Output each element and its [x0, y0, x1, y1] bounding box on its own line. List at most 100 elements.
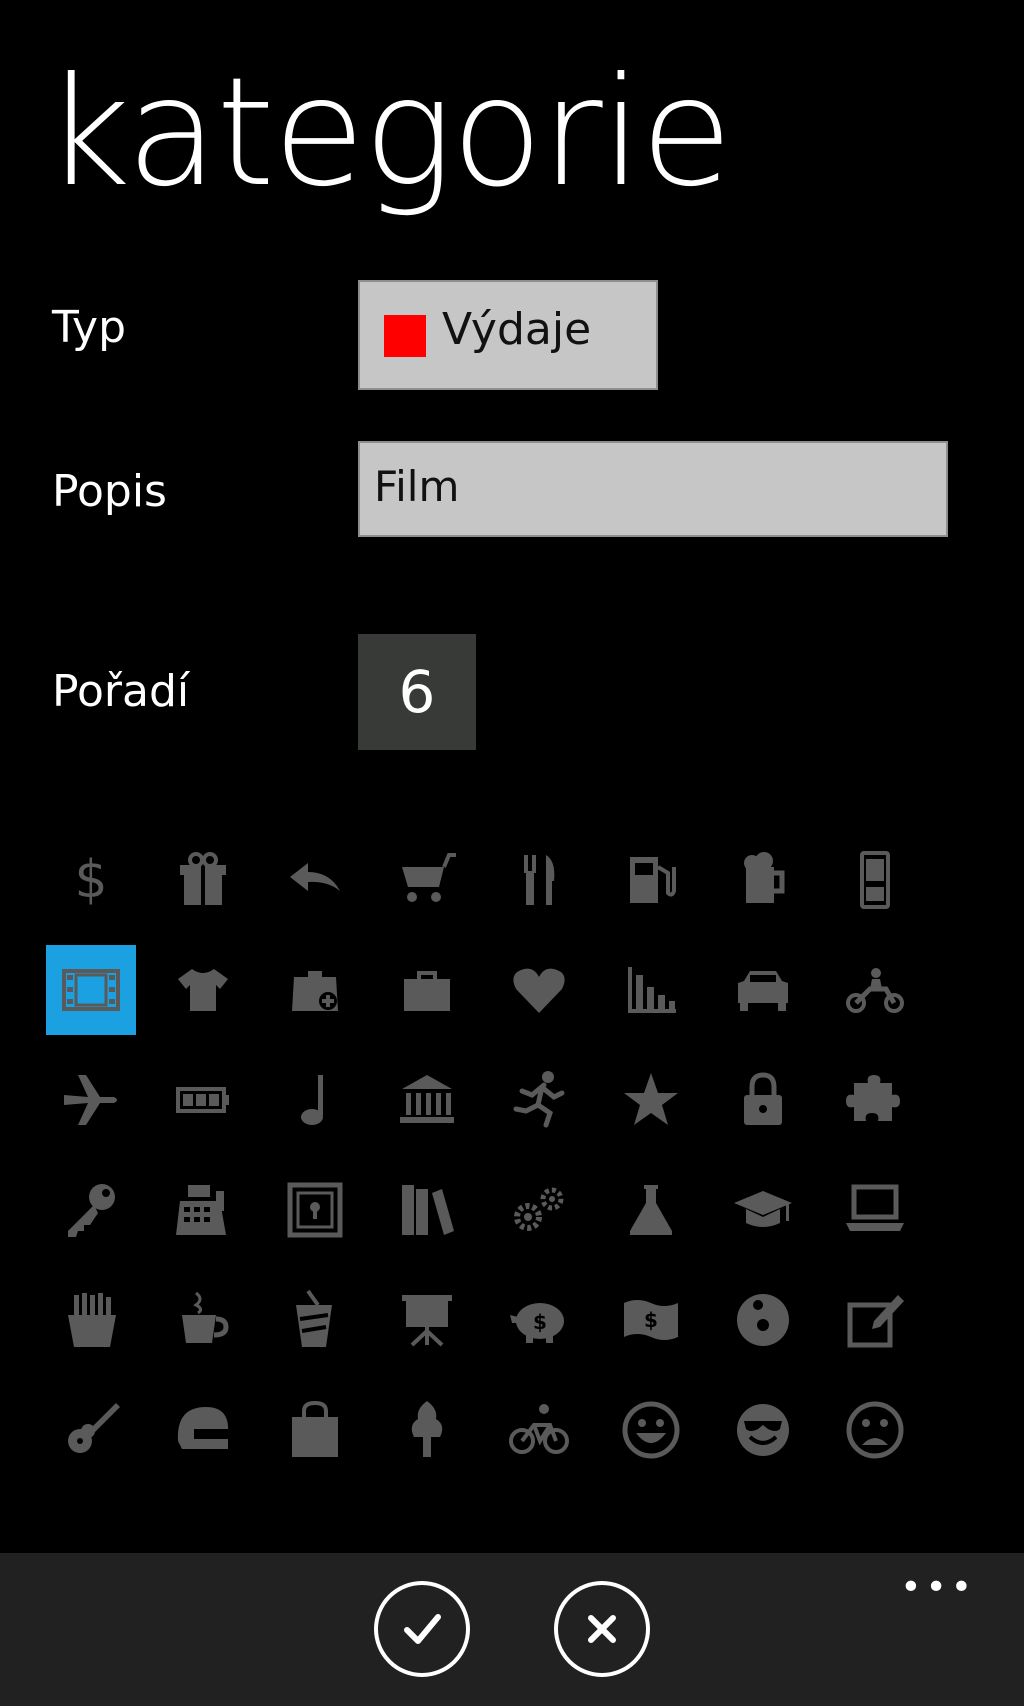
drink-icon: [296, 1289, 332, 1347]
icon-option[interactable]: [46, 1385, 136, 1475]
icon-option[interactable]: $: [494, 1275, 584, 1365]
svg-text:$: $: [74, 850, 107, 910]
icon-option[interactable]: [382, 1385, 472, 1475]
fries-icon: [68, 1293, 116, 1347]
svg-text:$: $: [533, 1310, 547, 1334]
icon-option[interactable]: [270, 1165, 360, 1255]
type-value: Výdaje: [442, 304, 592, 355]
icon-option[interactable]: [606, 1055, 696, 1145]
order-value: 6: [398, 658, 436, 726]
reply-arrow-icon: [290, 863, 340, 891]
icon-option[interactable]: [494, 945, 584, 1035]
icon-option[interactable]: $: [46, 835, 136, 925]
icon-option[interactable]: [718, 1165, 808, 1255]
heart-icon: [513, 968, 565, 1013]
icon-option[interactable]: [606, 1385, 696, 1475]
bank-icon: [400, 1075, 454, 1123]
icon-option[interactable]: $: [606, 1275, 696, 1365]
svg-text:$: $: [644, 1308, 658, 1332]
mobile-phone-icon: [860, 851, 890, 909]
icon-option[interactable]: [718, 945, 808, 1035]
icon-option[interactable]: [718, 1275, 808, 1365]
icon-option[interactable]: [494, 1055, 584, 1145]
description-value: Film: [374, 462, 460, 511]
icon-option[interactable]: [158, 945, 248, 1035]
icon-option[interactable]: [830, 1055, 920, 1145]
piggy-bank-icon: $: [510, 1303, 564, 1343]
icon-option[interactable]: [830, 945, 920, 1035]
star-icon: [624, 1073, 678, 1125]
type-picker[interactable]: Výdaje: [358, 280, 658, 390]
icon-option[interactable]: [494, 1165, 584, 1255]
icon-option[interactable]: [830, 1275, 920, 1365]
icon-option[interactable]: [830, 1385, 920, 1475]
bicycle-icon: [509, 1404, 569, 1454]
money-bill-icon: $: [624, 1300, 678, 1340]
icon-option[interactable]: [494, 1385, 584, 1475]
cash-register-icon: [176, 1185, 226, 1235]
dollar-icon: $: [74, 850, 107, 910]
icon-option[interactable]: [270, 1385, 360, 1475]
books-icon: [402, 1185, 454, 1235]
film-icon: [62, 969, 120, 1011]
page-title: kategorie: [44, 46, 733, 220]
laptop-icon: [846, 1184, 904, 1231]
icon-option[interactable]: [270, 1055, 360, 1145]
running-person-icon: [513, 1071, 565, 1128]
icon-option[interactable]: [270, 835, 360, 925]
shopping-bag-icon: [292, 1400, 338, 1457]
icon-option[interactable]: [382, 945, 472, 1035]
icon-option[interactable]: [606, 1165, 696, 1255]
beer-mug-icon: [744, 852, 785, 903]
confirm-button[interactable]: [374, 1581, 470, 1677]
icon-option[interactable]: [382, 1055, 472, 1145]
app-bar: •••: [0, 1553, 1024, 1706]
checkmark-icon: [404, 1614, 441, 1644]
description-label: Popis: [52, 466, 167, 517]
medical-kit-icon: [292, 971, 338, 1011]
icon-option[interactable]: [270, 1275, 360, 1365]
more-options-button[interactable]: •••: [900, 1567, 976, 1608]
icon-option[interactable]: [46, 945, 136, 1035]
icon-option[interactable]: [158, 835, 248, 925]
icon-option[interactable]: [158, 1275, 248, 1365]
smiley-happy-icon: [622, 1401, 680, 1459]
order-label: Pořadí: [52, 666, 190, 717]
order-input[interactable]: 6: [358, 634, 476, 750]
icon-option[interactable]: [158, 1055, 248, 1145]
icon-option[interactable]: [382, 1165, 472, 1255]
briefcase-icon: [404, 971, 450, 1011]
icon-option[interactable]: [46, 1275, 136, 1365]
icon-option[interactable]: [494, 835, 584, 925]
presentation-board-icon: [402, 1295, 452, 1347]
vinyl-record-icon: [737, 1294, 789, 1346]
icon-option[interactable]: [382, 835, 472, 925]
icon-option[interactable]: [46, 1165, 136, 1255]
icon-option[interactable]: [606, 835, 696, 925]
icon-option[interactable]: [270, 945, 360, 1035]
description-input[interactable]: Film: [358, 441, 948, 537]
icon-option[interactable]: [46, 1055, 136, 1145]
airplane-icon: [64, 1075, 117, 1125]
icon-option[interactable]: [718, 835, 808, 925]
smiley-sad-icon: [846, 1401, 904, 1459]
icon-option[interactable]: [158, 1165, 248, 1255]
cancel-button[interactable]: [554, 1581, 650, 1677]
icon-option[interactable]: [718, 1385, 808, 1475]
guitar-icon: [68, 1403, 120, 1453]
icon-option[interactable]: [830, 835, 920, 925]
smiley-cool-icon: [737, 1404, 789, 1456]
icon-option[interactable]: [382, 1275, 472, 1365]
icon-option[interactable]: [830, 1165, 920, 1255]
lock-icon: [744, 1072, 782, 1125]
icon-option[interactable]: [158, 1385, 248, 1475]
type-label: Typ: [52, 302, 126, 353]
coffee-cup-icon: [182, 1291, 229, 1343]
icon-option[interactable]: [606, 945, 696, 1035]
helmet-icon: [177, 1407, 229, 1449]
icon-option[interactable]: [718, 1055, 808, 1145]
motorcycle-icon: [846, 968, 904, 1013]
edit-icon: [847, 1295, 904, 1348]
flask-icon: [630, 1185, 672, 1235]
gears-icon: [514, 1187, 564, 1231]
